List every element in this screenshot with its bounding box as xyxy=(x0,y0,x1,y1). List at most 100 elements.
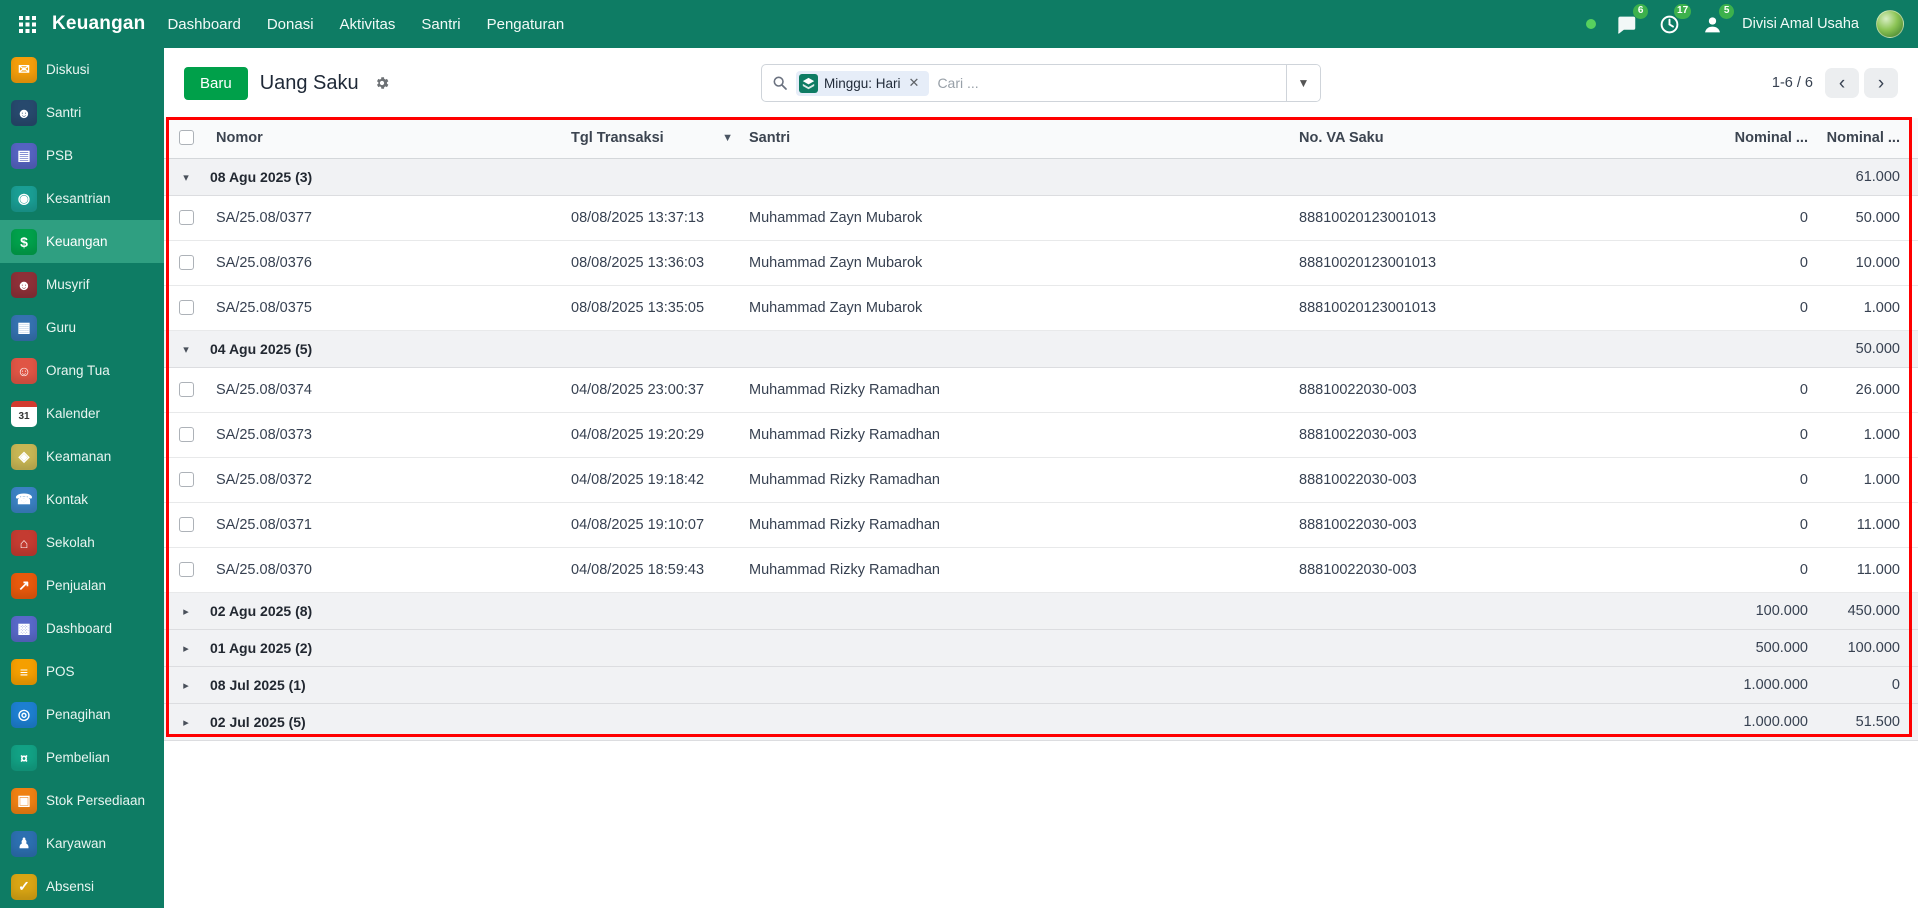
sidebar-item-pembelian[interactable]: ¤Pembelian xyxy=(0,736,164,779)
record-row[interactable]: SA/25.08/037204/08/2025 19:18:42Muhammad… xyxy=(164,457,1918,502)
search-dropdown-toggle[interactable]: ▼ xyxy=(1286,65,1320,101)
sidebar-item-kalender[interactable]: 31Kalender xyxy=(0,392,164,435)
sidebar-item-musyrif[interactable]: ☻Musyrif xyxy=(0,263,164,306)
sidebar-item-pos[interactable]: ≡POS xyxy=(0,650,164,693)
menu-item-aktivitas[interactable]: Aktivitas xyxy=(340,16,396,33)
sidebar-item-label: Keuangan xyxy=(46,234,108,249)
cell-va-saku: 88810020123001013 xyxy=(1291,240,1721,285)
menu-item-dashboard[interactable]: Dashboard xyxy=(167,16,240,33)
column-header-tgl-transaksi[interactable]: Tgl Transaksi▼ xyxy=(563,118,741,158)
record-row[interactable]: SA/25.08/037508/08/2025 13:35:05Muhammad… xyxy=(164,285,1918,330)
row-checkbox[interactable] xyxy=(179,300,194,315)
group-expand-icon[interactable]: ▸ xyxy=(183,643,189,655)
sidebar-item-absensi[interactable]: ✓Absensi xyxy=(0,865,164,908)
row-checkbox[interactable] xyxy=(179,382,194,397)
messages-icon[interactable]: 6 xyxy=(1613,11,1639,37)
topbar: Keuangan Dashboard Donasi Aktivitas Santri P… xyxy=(0,0,1918,48)
pager-previous-button[interactable]: ‹ xyxy=(1825,68,1859,98)
sidebar-item-stok-persediaan[interactable]: ▣Stok Persediaan xyxy=(0,779,164,822)
sidebar-item-penagihan[interactable]: ◎Penagihan xyxy=(0,693,164,736)
select-all-checkbox[interactable] xyxy=(179,130,194,145)
cell-nomor: SA/25.08/0375 xyxy=(208,285,563,330)
cell-nomor: SA/25.08/0370 xyxy=(208,547,563,592)
row-checkbox[interactable] xyxy=(179,210,194,225)
column-header-nominal-1[interactable]: Nominal ... xyxy=(1721,118,1816,158)
record-row[interactable]: SA/25.08/037004/08/2025 18:59:43Muhammad… xyxy=(164,547,1918,592)
cell-nomor: SA/25.08/0374 xyxy=(208,367,563,412)
cell-nomor: SA/25.08/0376 xyxy=(208,240,563,285)
pager-next-button[interactable]: › xyxy=(1864,68,1898,98)
column-header-va-saku[interactable]: No. VA Saku xyxy=(1291,118,1721,158)
group-row-08-agu-2025-3-[interactable]: ▾08 Agu 2025 (3)61.000 xyxy=(164,158,1918,195)
facet-remove-icon[interactable]: ✕ xyxy=(907,75,922,91)
app-brand[interactable]: Keuangan xyxy=(52,13,145,35)
group-row-04-agu-2025-5-[interactable]: ▾04 Agu 2025 (5)50.000 xyxy=(164,330,1918,367)
finance-icon: $ xyxy=(11,229,37,255)
group-label: 08 Jul 2025 (1) xyxy=(208,666,1721,703)
menu-item-donasi[interactable]: Donasi xyxy=(267,16,314,33)
group-row-01-agu-2025-2-[interactable]: ▸01 Agu 2025 (2)500.000100.000 xyxy=(164,629,1918,666)
row-checkbox[interactable] xyxy=(179,517,194,532)
row-checkbox[interactable] xyxy=(179,427,194,442)
gear-icon[interactable] xyxy=(371,72,393,94)
activities-clock-icon[interactable]: 17 xyxy=(1656,11,1682,37)
row-checkbox[interactable] xyxy=(179,255,194,270)
sidebar-item-kontak[interactable]: ☎Kontak xyxy=(0,478,164,521)
sidebar-item-penjualan[interactable]: ↗Penjualan xyxy=(0,564,164,607)
employees-icon: ♟ xyxy=(11,831,37,857)
record-row[interactable]: SA/25.08/037304/08/2025 19:20:29Muhammad… xyxy=(164,412,1918,457)
sidebar-item-guru[interactable]: ▦Guru xyxy=(0,306,164,349)
record-row[interactable]: SA/25.08/037708/08/2025 13:37:13Muhammad… xyxy=(164,195,1918,240)
records-table: Nomor Tgl Transaksi▼ Santri No. VA Saku … xyxy=(164,118,1918,741)
menu-item-pengaturan[interactable]: Pengaturan xyxy=(487,16,565,33)
table-header-row: Nomor Tgl Transaksi▼ Santri No. VA Saku … xyxy=(164,118,1918,158)
group-expand-icon[interactable]: ▸ xyxy=(183,606,189,618)
row-checkbox[interactable] xyxy=(179,472,194,487)
group-sum-nominal-1: 100.000 xyxy=(1721,592,1816,629)
group-expand-icon[interactable]: ▸ xyxy=(183,717,189,729)
topbar-menu: Dashboard Donasi Aktivitas Santri Pengaturan xyxy=(167,16,564,33)
search-facet[interactable]: Minggu: Hari ✕ xyxy=(796,71,929,96)
new-record-button[interactable]: Baru xyxy=(184,67,248,100)
menu-item-santri[interactable]: Santri xyxy=(421,16,460,33)
control-panel-left: Baru Uang Saku xyxy=(184,67,749,100)
cell-va-saku: 88810022030-003 xyxy=(1291,457,1721,502)
sidebar-item-dashboard[interactable]: ▩Dashboard xyxy=(0,607,164,650)
sidebar-item-keamanan[interactable]: ◈Keamanan xyxy=(0,435,164,478)
activities-badge: 17 xyxy=(1674,4,1691,19)
group-row-08-jul-2025-1-[interactable]: ▸08 Jul 2025 (1)1.000.0000 xyxy=(164,666,1918,703)
sidebar-item-sekolah[interactable]: ⌂Sekolah xyxy=(0,521,164,564)
user-avatar[interactable] xyxy=(1876,10,1904,38)
online-status-dot xyxy=(1586,19,1596,29)
sidebar-item-orang-tua[interactable]: ☺Orang Tua xyxy=(0,349,164,392)
group-row-02-agu-2025-8-[interactable]: ▸02 Agu 2025 (8)100.000450.000 xyxy=(164,592,1918,629)
sidebar-item-label: Penagihan xyxy=(46,707,111,722)
row-checkbox[interactable] xyxy=(179,562,194,577)
column-header-santri[interactable]: Santri xyxy=(741,118,1291,158)
sidebar-item-keuangan[interactable]: $ Keuangan xyxy=(0,220,164,263)
calendar-icon: 31 xyxy=(11,401,37,427)
sidebar-item-kesantrian[interactable]: ◉Kesantrian xyxy=(0,177,164,220)
group-row-02-jul-2025-5-[interactable]: ▸02 Jul 2025 (5)1.000.00051.500 xyxy=(164,703,1918,740)
record-row[interactable]: SA/25.08/037608/08/2025 13:36:03Muhammad… xyxy=(164,240,1918,285)
group-expand-icon[interactable]: ▸ xyxy=(183,680,189,692)
cell-va-saku: 88810022030-003 xyxy=(1291,547,1721,592)
sidebar-item-psb[interactable]: ▤PSB xyxy=(0,134,164,177)
approvals-user-icon[interactable]: 5 xyxy=(1699,11,1725,37)
apps-grid-icon[interactable] xyxy=(10,7,44,41)
record-row[interactable]: SA/25.08/037104/08/2025 19:10:07Muhammad… xyxy=(164,502,1918,547)
sidebar-item-diskusi[interactable]: ✉Diskusi xyxy=(0,48,164,91)
sort-descending-icon: ▼ xyxy=(722,132,733,144)
current-user-name[interactable]: Divisi Amal Usaha xyxy=(1742,16,1859,32)
record-row[interactable]: SA/25.08/037404/08/2025 23:00:37Muhammad… xyxy=(164,367,1918,412)
search-input[interactable] xyxy=(937,75,1286,91)
group-collapse-icon[interactable]: ▾ xyxy=(183,172,189,184)
group-collapse-icon[interactable]: ▾ xyxy=(183,344,189,356)
cell-nominal-1: 0 xyxy=(1721,457,1816,502)
column-header-nominal-2[interactable]: Nominal ... xyxy=(1816,118,1918,158)
sidebar-item-karyawan[interactable]: ♟Karyawan xyxy=(0,822,164,865)
globe-icon: ◉ xyxy=(11,186,37,212)
column-header-nomor[interactable]: Nomor xyxy=(208,118,563,158)
group-label: 02 Agu 2025 (8) xyxy=(208,592,1721,629)
sidebar-item-santri[interactable]: ☻Santri xyxy=(0,91,164,134)
